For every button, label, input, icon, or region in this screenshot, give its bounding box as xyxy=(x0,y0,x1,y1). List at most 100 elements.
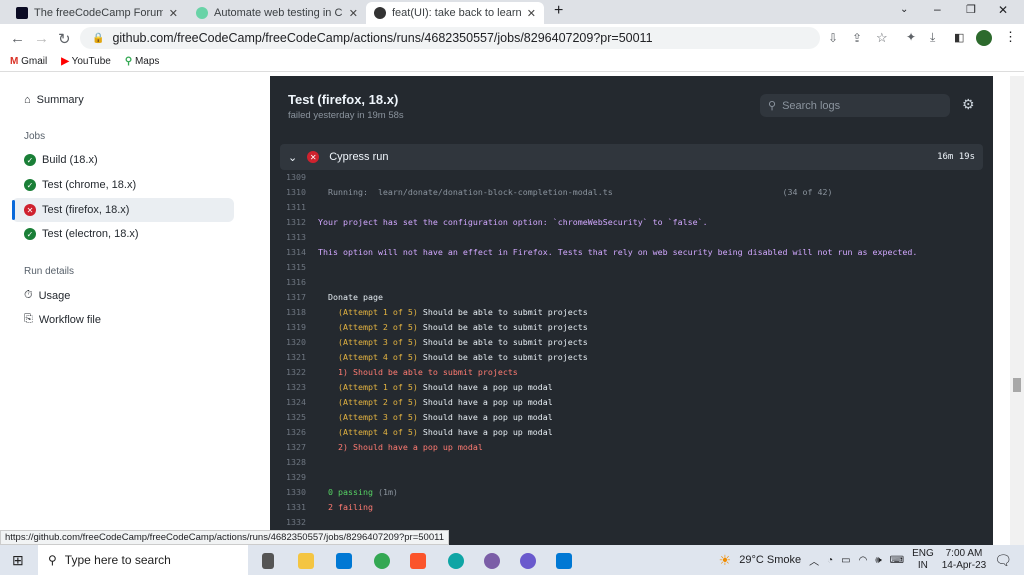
log-line: 1324 (Attempt 2 of 5) Should have a pop … xyxy=(270,394,993,409)
edge-icon[interactable] xyxy=(448,553,464,569)
job-title: Test (firefox, 18.x) xyxy=(288,92,399,107)
line-number[interactable]: 1314 xyxy=(270,247,318,257)
log-line: 1329 xyxy=(270,469,993,484)
log-line: 1311 xyxy=(270,199,993,214)
sidebar-workflow-file[interactable]: ⎘ Workflow file xyxy=(24,313,101,326)
line-number[interactable]: 1332 xyxy=(270,517,318,527)
sidebar-summary[interactable]: ⌂ Summary xyxy=(24,94,84,106)
x-circle-icon: ✕ xyxy=(24,204,36,216)
line-number[interactable]: 1317 xyxy=(270,292,318,302)
network-icon[interactable]: ◔ xyxy=(827,555,833,566)
battery-icon[interactable]: ▭ xyxy=(841,555,850,566)
chevron-down-icon: ⌄ xyxy=(288,151,298,164)
scrollbar-thumb[interactable] xyxy=(1013,378,1021,392)
log-line: 1321 (Attempt 4 of 5) Should be able to … xyxy=(270,349,993,364)
sidebar-job-chrome[interactable]: ✓ Test (chrome, 18.x) xyxy=(24,179,136,191)
search-logs-input[interactable]: ⚲ Search logs xyxy=(760,94,950,117)
chrome-canary-icon[interactable] xyxy=(520,553,536,569)
job-log-panel: Test (firefox, 18.x) failed yesterday in… xyxy=(270,76,993,546)
taskbar: ⊞ ⚲ Type here to search ☀ 29°C Smoke ︿ ◔ … xyxy=(0,545,1024,575)
profile-avatar[interactable] xyxy=(976,30,992,46)
system-tray: ☀ 29°C Smoke ︿ ◔ ▭ ◠ 🕪 ⌨ ENG IN 7:00 AM 14… xyxy=(719,545,1024,575)
line-number[interactable]: 1312 xyxy=(270,217,318,227)
line-number[interactable]: 1324 xyxy=(270,397,318,407)
new-tab-button[interactable]: + xyxy=(554,2,563,20)
line-number[interactable]: 1313 xyxy=(270,232,318,242)
line-number[interactable]: 1310 xyxy=(270,187,318,197)
share-icon[interactable]: ⇪ xyxy=(852,31,862,45)
keyboard-icon[interactable]: ⌨ xyxy=(890,555,904,566)
tab-search-icon[interactable]: ⌄ xyxy=(900,4,908,15)
language-indicator[interactable]: ENG IN xyxy=(912,548,934,572)
store-icon[interactable] xyxy=(336,553,352,569)
install-icon[interactable]: ⇩ xyxy=(828,31,838,45)
line-number[interactable]: 1325 xyxy=(270,412,318,422)
sidebar-job-build[interactable]: ✓ Build (18.x) xyxy=(24,154,98,166)
log-prefix: (Attempt 4 of 5) xyxy=(318,351,418,362)
sidepanel-icon[interactable]: ◧ xyxy=(954,31,964,44)
log-line: 1322 1) Should be able to submit project… xyxy=(270,364,993,379)
page-scrollbar[interactable] xyxy=(1010,76,1024,546)
line-number[interactable]: 1316 xyxy=(270,277,318,287)
wifi-icon[interactable]: ◠ xyxy=(859,555,868,566)
clock[interactable]: 7:00 AM 14-Apr-23 xyxy=(942,548,986,572)
app-icon[interactable] xyxy=(484,553,500,569)
gear-icon[interactable]: ⚙ xyxy=(962,96,975,113)
chrome-icon[interactable] xyxy=(374,553,390,569)
line-number[interactable]: 1320 xyxy=(270,337,318,347)
file-explorer-icon[interactable] xyxy=(298,553,314,569)
log-text: Should be able to submit projects xyxy=(417,321,588,332)
log-text: Donate page xyxy=(318,291,383,302)
log-text: Should have a pop up modal xyxy=(417,381,553,392)
task-view-icon[interactable] xyxy=(262,553,274,569)
show-hidden-icons[interactable]: ︿ xyxy=(809,553,819,568)
line-number[interactable]: 1315 xyxy=(270,262,318,272)
minimize-button[interactable]: – xyxy=(934,2,941,16)
sidebar-job-electron[interactable]: ✓ Test (electron, 18.x) xyxy=(24,228,139,240)
close-tab-icon[interactable]: ✕ xyxy=(527,7,536,20)
vscode-icon[interactable] xyxy=(556,553,572,569)
job-subtitle: failed yesterday in 19m 58s xyxy=(288,110,404,121)
extensions-icon[interactable]: ✦ xyxy=(906,30,916,44)
line-number[interactable]: 1309 xyxy=(270,172,318,182)
log-line: 1323 (Attempt 1 of 5) Should have a pop … xyxy=(270,379,993,394)
line-number[interactable]: 1326 xyxy=(270,427,318,437)
line-number[interactable]: 1318 xyxy=(270,307,318,317)
weather-text[interactable]: 29°C Smoke xyxy=(739,554,801,566)
line-number[interactable]: 1330 xyxy=(270,487,318,497)
line-number[interactable]: 1331 xyxy=(270,502,318,512)
line-number[interactable]: 1329 xyxy=(270,472,318,482)
line-number[interactable]: 1327 xyxy=(270,442,318,452)
log-text: Running: learn/donate/donation-block-com… xyxy=(318,186,833,197)
home-icon: ⌂ xyxy=(24,94,31,106)
close-tab-icon[interactable]: ✕ xyxy=(349,7,358,20)
restore-button[interactable]: ❐ xyxy=(966,3,976,16)
line-number[interactable]: 1322 xyxy=(270,367,318,377)
bookmark-star-icon[interactable]: ☆ xyxy=(876,30,888,46)
brave-icon[interactable] xyxy=(410,553,426,569)
log-line: 1326 (Attempt 4 of 5) Should have a pop … xyxy=(270,424,993,439)
line-number[interactable]: 1328 xyxy=(270,457,318,467)
log-line: 1332 xyxy=(270,514,993,529)
close-window-button[interactable]: ✕ xyxy=(998,3,1008,17)
line-number[interactable]: 1321 xyxy=(270,352,318,362)
menu-icon[interactable]: ⋮ xyxy=(1004,29,1017,45)
line-number[interactable]: 1311 xyxy=(270,202,318,212)
taskbar-search[interactable]: ⚲ Type here to search xyxy=(38,545,248,575)
log-text: (1m) xyxy=(372,486,398,497)
windows-start-icon[interactable]: ⊞ xyxy=(12,552,24,569)
log-prefix: (Attempt 3 of 5) xyxy=(318,336,418,347)
line-number[interactable]: 1323 xyxy=(270,382,318,392)
log-line: 1314 This option will not have an effect … xyxy=(270,244,993,259)
volume-icon[interactable]: 🕪 xyxy=(875,555,881,566)
check-circle-icon: ✓ xyxy=(24,154,36,166)
step-header[interactable]: ⌄ ✕ Cypress run 16m 19s xyxy=(280,144,983,170)
line-number[interactable]: 1319 xyxy=(270,322,318,332)
sidebar-usage[interactable]: ⏱ Usage xyxy=(24,289,70,302)
selected-indicator xyxy=(12,200,15,220)
tab-github-active[interactable]: feat(UI): take back to learn map a✕ xyxy=(366,2,544,24)
downloads-icon[interactable]: ⤓ xyxy=(930,30,935,45)
log-line: 1330 0 passing (1m) xyxy=(270,484,993,499)
notifications-icon[interactable]: 🗨 xyxy=(994,552,1012,569)
sidebar-job-firefox[interactable]: ✕ Test (firefox, 18.x) xyxy=(24,204,129,216)
